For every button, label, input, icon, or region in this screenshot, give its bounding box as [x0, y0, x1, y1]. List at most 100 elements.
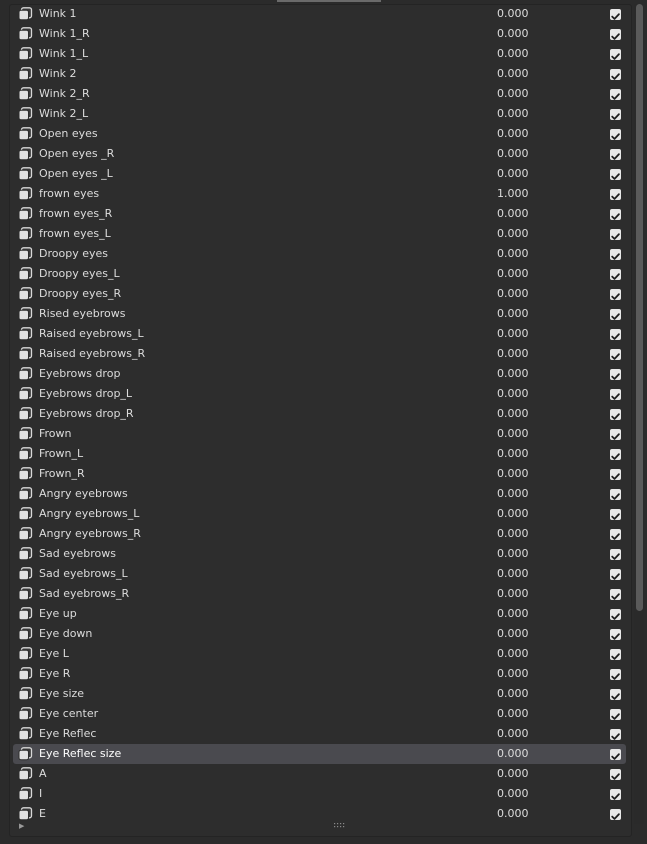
shape-key-name[interactable]: frown eyes_L [39, 224, 111, 244]
mute-checkbox[interactable] [610, 29, 621, 40]
shape-key-value[interactable]: 0.000 [497, 164, 529, 184]
shape-key-name[interactable]: Wink 2_R [39, 84, 90, 104]
shape-key-value[interactable]: 0.000 [497, 544, 529, 564]
mute-checkbox[interactable] [610, 649, 621, 660]
mute-checkbox[interactable] [610, 309, 621, 320]
shape-key-value[interactable]: 0.000 [497, 404, 529, 424]
mute-checkbox[interactable] [610, 289, 621, 300]
shape-key-value[interactable]: 0.000 [497, 484, 529, 504]
shape-key-row[interactable]: Eye center 0.000 [13, 704, 626, 724]
scrollbar-thumb[interactable] [636, 4, 643, 611]
mute-checkbox[interactable] [610, 469, 621, 480]
shape-key-row[interactable]: Open eyes 0.000 [13, 124, 626, 144]
shape-key-name[interactable]: Open eyes _L [39, 164, 113, 184]
shape-key-name[interactable]: Frown_L [39, 444, 83, 464]
mute-checkbox[interactable] [610, 529, 621, 540]
shape-key-value[interactable]: 0.000 [497, 444, 529, 464]
shape-key-row[interactable]: Sad eyebrows_R 0.000 [13, 584, 626, 604]
shape-key-value[interactable]: 0.000 [497, 204, 529, 224]
shape-key-row[interactable]: frown eyes_L 0.000 [13, 224, 626, 244]
shape-key-value[interactable]: 0.000 [497, 264, 529, 284]
shape-key-row[interactable]: Frown 0.000 [13, 424, 626, 444]
shape-key-row[interactable]: Eye R 0.000 [13, 664, 626, 684]
mute-checkbox[interactable] [610, 369, 621, 380]
shape-key-value[interactable]: 0.000 [497, 764, 529, 784]
shape-key-name[interactable]: Eyebrows drop [39, 364, 120, 384]
shape-key-name[interactable]: frown eyes_R [39, 204, 112, 224]
shape-key-name[interactable]: Eye Reflec [39, 724, 96, 744]
shape-key-row[interactable]: Angry eyebrows_R 0.000 [13, 524, 626, 544]
mute-checkbox[interactable] [610, 609, 621, 620]
shape-key-value[interactable]: 0.000 [497, 324, 529, 344]
shape-key-value[interactable]: 0.000 [497, 424, 529, 444]
shape-key-row[interactable]: Eye Reflec 0.000 [13, 724, 626, 744]
shape-key-value[interactable]: 0.000 [497, 584, 529, 604]
shape-key-value[interactable]: 0.000 [497, 384, 529, 404]
mute-checkbox[interactable] [610, 709, 621, 720]
shape-key-name[interactable]: Eye Reflec size [39, 744, 121, 764]
shape-key-row[interactable]: Wink 1 0.000 [13, 4, 626, 24]
shape-key-value[interactable]: 0.000 [497, 724, 529, 744]
shape-key-name[interactable]: Raised eyebrows_L [39, 324, 144, 344]
shape-key-name[interactable]: Eye R [39, 664, 70, 684]
shape-key-name[interactable]: Sad eyebrows [39, 544, 116, 564]
shape-key-value[interactable]: 1.000 [497, 184, 529, 204]
shape-key-name[interactable]: Open eyes _R [39, 144, 114, 164]
shape-key-row[interactable]: Angry eyebrows_L 0.000 [13, 504, 626, 524]
shape-key-value[interactable]: 0.000 [497, 344, 529, 364]
mute-checkbox[interactable] [610, 769, 621, 780]
shape-key-row[interactable]: Angry eyebrows 0.000 [13, 484, 626, 504]
shape-key-value[interactable]: 0.000 [497, 804, 529, 824]
shape-key-value[interactable]: 0.000 [497, 464, 529, 484]
shape-key-name[interactable]: Eye size [39, 684, 84, 704]
shape-key-name[interactable]: Wink 2 [39, 64, 77, 84]
shape-key-name[interactable]: Angry eyebrows_R [39, 524, 141, 544]
shape-key-row[interactable]: Eye down 0.000 [13, 624, 626, 644]
shape-key-name[interactable]: Frown [39, 424, 72, 444]
mute-checkbox[interactable] [610, 169, 621, 180]
shape-key-name[interactable]: E [39, 804, 46, 824]
shape-key-row[interactable]: Frown_L 0.000 [13, 444, 626, 464]
shape-key-row[interactable]: Open eyes _L 0.000 [13, 164, 626, 184]
shape-key-row[interactable]: Open eyes _R 0.000 [13, 144, 626, 164]
mute-checkbox[interactable] [610, 329, 621, 340]
shape-key-name[interactable]: Wink 2_L [39, 104, 88, 124]
mute-checkbox[interactable] [610, 109, 621, 120]
shape-key-value[interactable]: 0.000 [497, 684, 529, 704]
mute-checkbox[interactable] [610, 629, 621, 640]
shape-key-value[interactable]: 0.000 [497, 4, 529, 24]
mute-checkbox[interactable] [610, 269, 621, 280]
mute-checkbox[interactable] [610, 129, 621, 140]
shape-key-row[interactable]: Eyebrows drop 0.000 [13, 364, 626, 384]
shape-key-row[interactable]: Sad eyebrows 0.000 [13, 544, 626, 564]
shape-key-row[interactable]: Wink 1_L 0.000 [13, 44, 626, 64]
shape-key-row[interactable]: I 0.000 [13, 784, 626, 804]
shape-key-name[interactable]: A [39, 764, 47, 784]
mute-checkbox[interactable] [610, 789, 621, 800]
mute-checkbox[interactable] [610, 589, 621, 600]
mute-checkbox[interactable] [610, 489, 621, 500]
mute-checkbox[interactable] [610, 9, 621, 20]
mute-checkbox[interactable] [610, 669, 621, 680]
shape-key-name[interactable]: I [39, 784, 42, 804]
shape-key-value[interactable]: 0.000 [497, 144, 529, 164]
shape-key-row[interactable]: frown eyes 1.000 [13, 184, 626, 204]
shape-key-row[interactable]: Sad eyebrows_L 0.000 [13, 564, 626, 584]
shape-key-row[interactable]: Eye up 0.000 [13, 604, 626, 624]
mute-checkbox[interactable] [610, 549, 621, 560]
shape-key-name[interactable]: Droopy eyes [39, 244, 108, 264]
mute-checkbox[interactable] [610, 249, 621, 260]
shape-key-row[interactable]: Droopy eyes_L 0.000 [13, 264, 626, 284]
shape-key-row[interactable]: A 0.000 [13, 764, 626, 784]
mute-checkbox[interactable] [610, 749, 621, 760]
mute-checkbox[interactable] [610, 49, 621, 60]
shape-key-row[interactable]: Wink 2 0.000 [13, 64, 626, 84]
mute-checkbox[interactable] [610, 409, 621, 420]
shape-key-value[interactable]: 0.000 [497, 124, 529, 144]
shape-key-row[interactable]: Droopy eyes 0.000 [13, 244, 626, 264]
mute-checkbox[interactable] [610, 149, 621, 160]
shape-key-value[interactable]: 0.000 [497, 524, 529, 544]
shape-key-row[interactable]: Eye Reflec size 0.000 [13, 744, 626, 764]
shape-key-name[interactable]: Wink 1 [39, 4, 77, 24]
shape-key-name[interactable]: Eye down [39, 624, 92, 644]
